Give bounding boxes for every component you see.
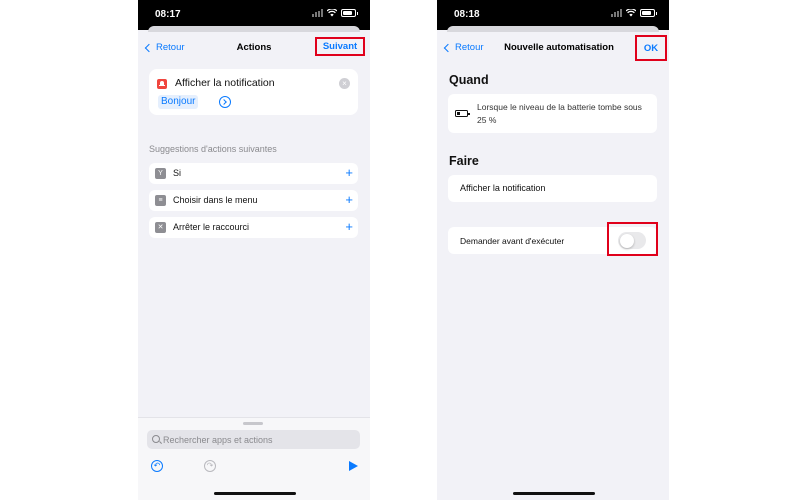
- battery-icon: [640, 9, 657, 17]
- stop-icon: ✕: [155, 222, 166, 233]
- parameter-token[interactable]: Bonjour: [158, 95, 199, 109]
- sheet-grabber[interactable]: [243, 422, 263, 425]
- suggestions-header: Suggestions d'actions suivantes: [149, 144, 277, 154]
- menu-icon: ≡: [155, 195, 166, 206]
- status-time: 08:17: [155, 9, 181, 20]
- suggestion-label: Si: [173, 168, 182, 178]
- play-icon[interactable]: [349, 461, 358, 471]
- clear-icon[interactable]: ×: [339, 78, 350, 89]
- toggle-highlight: [607, 222, 658, 256]
- undo-icon[interactable]: ↶: [151, 460, 163, 472]
- when-section-title: Quand: [449, 73, 489, 87]
- new-automation-screen: 08:18 Retour Nouvelle automatisation OK …: [437, 0, 669, 500]
- next-button[interactable]: Suivant: [315, 37, 365, 56]
- actions-screen: 08:17 Retour Actions Suivant Afficher la…: [138, 0, 370, 500]
- wifi-icon: [626, 9, 636, 17]
- ok-button[interactable]: OK: [635, 35, 667, 61]
- ask-before-running-toggle[interactable]: [618, 232, 646, 249]
- status-icons: [312, 9, 358, 17]
- redo-icon[interactable]: ↷: [204, 460, 216, 472]
- signal-icon: [312, 9, 323, 17]
- do-action-card[interactable]: Afficher la notification: [448, 175, 657, 202]
- nav-bar: Retour Actions Suivant: [138, 32, 370, 64]
- suggestion-item-si[interactable]: Y Si +: [149, 163, 358, 184]
- search-input[interactable]: [163, 432, 353, 447]
- chevron-right-icon[interactable]: [219, 96, 231, 108]
- signal-icon: [611, 9, 622, 17]
- toggle-knob: [619, 233, 634, 248]
- ask-before-running-label: Demander avant d'exécuter: [460, 236, 565, 246]
- suggestion-item-choose-from-menu[interactable]: ≡ Choisir dans le menu +: [149, 190, 358, 211]
- home-indicator: [214, 492, 296, 495]
- search-icon: [152, 435, 160, 443]
- status-time: 08:18: [454, 9, 480, 20]
- action-search-panel: ↶ ↷: [138, 417, 370, 500]
- suggestion-label: Choisir dans le menu: [173, 195, 258, 205]
- wifi-icon: [327, 9, 337, 17]
- branch-icon: Y: [155, 168, 166, 179]
- do-action-label: Afficher la notification: [460, 183, 546, 193]
- suggestion-label: Arrêter le raccourci: [173, 222, 250, 232]
- plus-icon[interactable]: +: [345, 165, 353, 181]
- trigger-condition-text: Lorsque le niveau de la batterie tombe s…: [477, 102, 642, 125]
- low-battery-icon: [455, 110, 470, 117]
- action-card[interactable]: Afficher la notification × Bonjour: [149, 69, 358, 115]
- suggestion-item-stop-shortcut[interactable]: ✕ Arrêter le raccourci +: [149, 217, 358, 238]
- nav-bar: Retour Nouvelle automatisation OK: [437, 32, 669, 64]
- search-field[interactable]: [147, 430, 360, 449]
- status-icons: [611, 9, 657, 17]
- do-section-title: Faire: [449, 154, 479, 168]
- trigger-condition-card[interactable]: Lorsque le niveau de la batterie tombe s…: [448, 94, 657, 133]
- action-title: Afficher la notification: [175, 77, 275, 89]
- plus-icon[interactable]: +: [345, 219, 353, 235]
- home-indicator: [513, 492, 595, 495]
- notification-icon: [157, 79, 167, 89]
- plus-icon[interactable]: +: [345, 192, 353, 208]
- battery-icon: [341, 9, 358, 17]
